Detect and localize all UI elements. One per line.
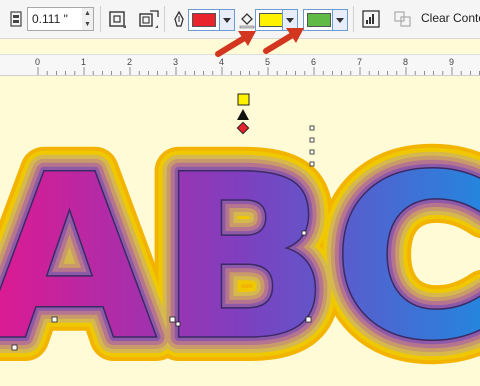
- contour-artwork[interactable]: ABC ABC ABC ABC ABC ABC ABC: [0, 75, 480, 386]
- node-handle[interactable]: [301, 230, 307, 236]
- annotation-arrows: [215, 28, 304, 57]
- node-handle[interactable]: [169, 316, 176, 323]
- contour-layers: ABC ABC ABC ABC ABC ABC ABC: [0, 101, 480, 386]
- node-handle[interactable]: [11, 344, 18, 351]
- red-arrow-icon: [215, 31, 256, 57]
- node-handle[interactable]: [309, 125, 315, 131]
- node-handle[interactable]: [309, 137, 315, 143]
- contour-direction-handle[interactable]: [237, 109, 249, 120]
- contour-start-handle[interactable]: [237, 93, 250, 106]
- svg-text:ABC: ABC: [0, 125, 480, 381]
- node-handle[interactable]: [309, 149, 315, 155]
- node-handle[interactable]: [51, 316, 58, 323]
- node-handle[interactable]: [309, 161, 315, 167]
- drawing-canvas[interactable]: ABC ABC ABC ABC ABC ABC ABC: [0, 75, 480, 386]
- node-handle[interactable]: [305, 316, 312, 323]
- red-arrow-icon: [263, 28, 304, 54]
- node-handle[interactable]: [175, 321, 181, 327]
